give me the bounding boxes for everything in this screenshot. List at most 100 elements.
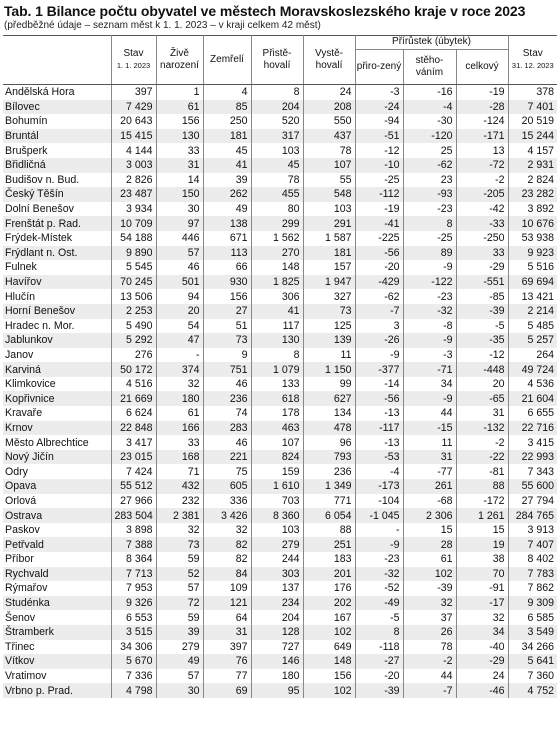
cell-pristehovali: 45	[251, 157, 304, 173]
cell-vystehovali: 148	[303, 654, 356, 669]
cell-stehovanim: -77	[403, 464, 457, 480]
cell-stehovanim: 2 306	[403, 508, 457, 523]
cell-city: Bílovec	[3, 99, 112, 115]
cell-city: Kopřivnice	[3, 391, 112, 407]
cell-prirozeny: -117	[355, 420, 404, 436]
cell-celkovy: -91	[456, 581, 509, 596]
cell-city: Vrbno p. Prad.	[3, 683, 112, 698]
cell-pristehovali: 299	[251, 216, 304, 231]
cell-celkovy: -28	[456, 99, 509, 115]
cell-zemreli: 283	[203, 420, 252, 436]
cell-zemreli: 69	[203, 683, 252, 698]
cell-zive-narozeni: 31	[156, 157, 204, 173]
cell-stav-start: 13 506	[111, 289, 157, 304]
cell-vystehovali: 176	[303, 581, 356, 596]
cell-stehovanim: -9	[403, 260, 457, 275]
cell-prirozeny: -19	[355, 201, 404, 217]
cell-stav-start: 5 670	[111, 654, 157, 669]
cell-stav-end: 22 993	[508, 449, 558, 465]
cell-prirozeny: -13	[355, 406, 404, 421]
cell-stav-start: 2 826	[111, 172, 157, 188]
cell-zive-narozeni: 47	[156, 333, 204, 348]
cell-city: Nový Jičín	[3, 449, 112, 465]
cell-stav-start: 5 545	[111, 260, 157, 275]
cell-vystehovali: 201	[303, 566, 356, 582]
cell-vystehovali: 1 349	[303, 479, 356, 494]
cell-zive-narozeni: 46	[156, 260, 204, 275]
cell-zive-narozeni: 130	[156, 128, 204, 144]
cell-pristehovali: 130	[251, 333, 304, 348]
header-stav-end-date: 31. 12. 2023	[511, 60, 554, 70]
cell-zive-narozeni: 156	[156, 114, 204, 129]
cell-stav-end: 7 401	[508, 99, 558, 115]
cell-zive-narozeni: 61	[156, 99, 204, 115]
header-city	[3, 35, 112, 85]
cell-city: Šenov	[3, 610, 112, 625]
cell-celkovy: 88	[456, 479, 509, 494]
cell-prirozeny: -173	[355, 479, 404, 494]
cell-celkovy: 34	[456, 624, 509, 640]
cell-stav-end: 55 600	[508, 479, 558, 494]
table-row: Příbor 8 364 59 82 244 183 -23 61 38 8 402	[3, 552, 557, 567]
table-row: Fulnek 5 545 46 66 148 157 -20 -9 -29 5 516	[3, 260, 557, 275]
cell-prirozeny: -23	[355, 552, 404, 567]
cell-stav-end: 9 309	[508, 595, 558, 611]
cell-stav-end: 2 824	[527, 173, 555, 186]
cell-stav-start: 27 966	[111, 493, 157, 509]
cell-pristehovali: 95	[251, 683, 304, 698]
cell-stav-end: 9 923	[508, 245, 558, 261]
cell-zive-narozeni: 52	[156, 566, 204, 582]
table-row: Odry 7 424 71 75 159 236 -4 -77 -81 7 343	[3, 464, 557, 480]
cell-celkovy: -33	[456, 216, 509, 231]
cell-celkovy: 20	[456, 376, 509, 392]
header-stav-end: Stav 31. 12. 2023	[508, 35, 558, 85]
cell-pristehovali: 107	[251, 435, 304, 450]
cell-zemreli: 75	[203, 464, 252, 480]
cell-celkovy: -22	[456, 449, 509, 465]
header-stav-end-label: Stav	[522, 47, 543, 59]
cell-stehovanim: 25	[403, 143, 457, 158]
cell-zemreli: 605	[203, 479, 252, 494]
cell-zemreli: 51	[203, 318, 252, 334]
cell-celkovy: -46	[456, 683, 509, 698]
cell-city: Brušperk	[3, 143, 112, 158]
cell-vystehovali: 134	[303, 406, 356, 421]
cell-vystehovali: 548	[303, 187, 356, 202]
cell-zive-narozeni: -	[156, 347, 204, 363]
cell-zemreli: 46	[203, 376, 252, 392]
cell-pristehovali: 103	[251, 143, 304, 158]
cell-prirozeny: -104	[355, 493, 404, 509]
cell-pristehovali: 1 562	[251, 230, 304, 246]
cell-prirozeny: -1 045	[355, 508, 404, 523]
table-row: Bohumín 20 643 156 250 520 550 -94 -30 -124 20 51…	[3, 114, 557, 129]
cell-zive-narozeni: 32	[156, 522, 204, 538]
cell-stehovanim: -8	[403, 318, 457, 334]
cell-pristehovali: 159	[251, 464, 304, 480]
cell-celkovy: -205	[456, 187, 509, 202]
cell-vystehovali: 102	[303, 624, 356, 640]
cell-city: Frenštát p. Rad.	[3, 216, 112, 231]
cell-zive-narozeni: 1	[156, 84, 204, 100]
header-stav-start: Stav 1. 1. 2023	[111, 35, 157, 85]
cell-stav-start: 3 515	[111, 624, 157, 640]
cell-zemreli: 64	[203, 610, 252, 625]
cell-city: Odry	[3, 464, 112, 480]
cell-prirozeny: -14	[355, 376, 404, 392]
cell-vystehovali: 11	[303, 347, 356, 363]
cell-stav-start: 55 512	[111, 479, 157, 494]
cell-stav-end: 4 536	[527, 378, 555, 391]
table-row: Budišov n. Bud. 2 826 14 39 78 55 -25 23 -2 2 824	[3, 172, 557, 188]
cell-celkovy: -172	[456, 493, 509, 509]
cell-city: Budišov n. Bud.	[3, 172, 112, 188]
table-row: Frenštát p. Rad. 10 709 97 138 299 291 -41 8 -33…	[3, 216, 558, 231]
cell-city: Janov	[3, 347, 112, 363]
table-row: Český Těšín 23 487 150 262 455 548 -112 -93 -205…	[3, 187, 558, 202]
table-row: Hlučín 13 506 94 156 306 327 -62 -23 -85 13 421	[3, 289, 557, 304]
cell-stav-end: 284 765	[508, 508, 558, 523]
cell-stav-end: 5 485	[527, 319, 555, 332]
cell-pristehovali: 204	[251, 99, 304, 115]
cell-city: Hradec n. Mor.	[3, 318, 112, 334]
cell-zive-narozeni: 168	[156, 449, 204, 465]
cell-stav-end: 264	[536, 348, 555, 361]
cell-stav-start: 6 553	[111, 610, 157, 625]
